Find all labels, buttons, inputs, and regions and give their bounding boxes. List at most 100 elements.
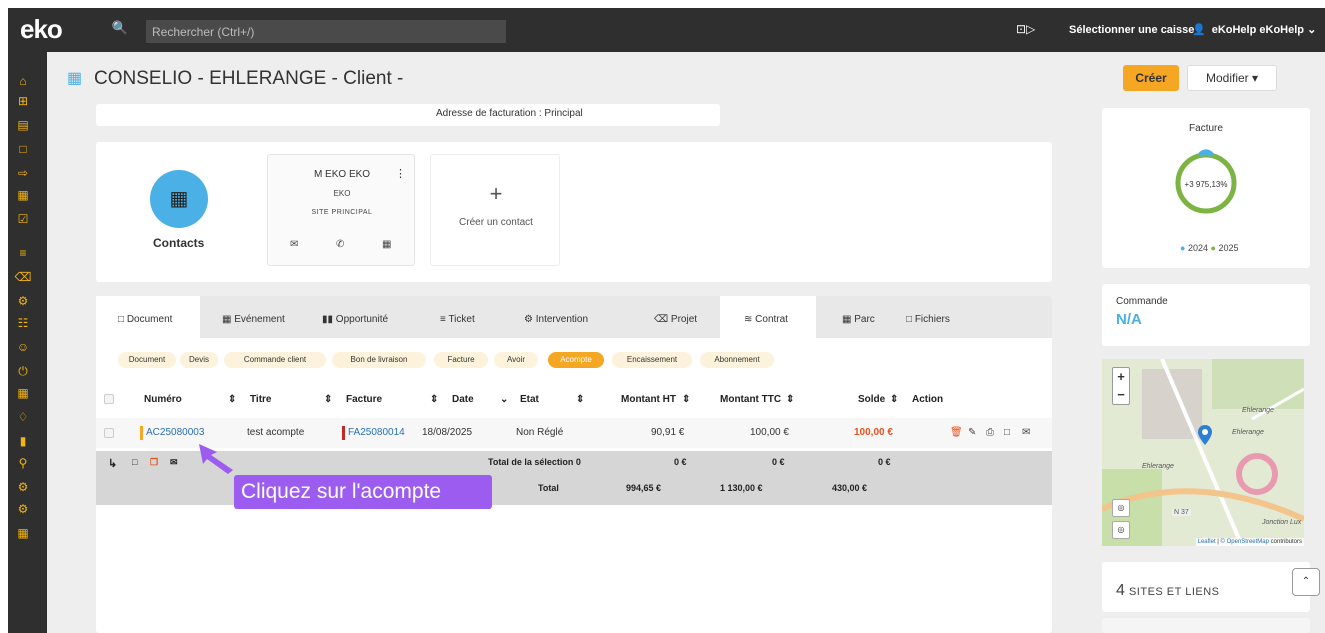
settings-icon[interactable]: ⚙ xyxy=(14,480,32,494)
header-etat[interactable]: Etat xyxy=(520,394,539,405)
chart-icon[interactable]: ▮ xyxy=(14,434,32,448)
header-montant-ht[interactable]: Montant HT xyxy=(621,394,676,405)
header-solde[interactable]: Solde xyxy=(858,394,885,405)
export-icon[interactable]: ⇨ xyxy=(14,166,32,180)
tab-contrat[interactable]: ≋ Contrat xyxy=(720,296,816,338)
zoom-in-button[interactable]: + xyxy=(1117,369,1125,384)
document-icon[interactable]: □ xyxy=(14,142,32,156)
pdf-icon[interactable]: □ xyxy=(1004,427,1010,438)
tab-projet[interactable]: ⌫ Projet xyxy=(654,296,697,338)
user-group-icon[interactable]: ☺ xyxy=(14,340,32,354)
chip-facture[interactable]: Facture xyxy=(434,352,488,368)
sort-icon[interactable]: ⇕ xyxy=(682,394,690,405)
location-map[interactable]: + − Ehlerange Ehlerange Ehlerange N 37 Jo… xyxy=(1102,359,1304,546)
sitemap-icon[interactable]: ☷ xyxy=(14,316,32,330)
zoom-out-button[interactable]: − xyxy=(1117,387,1125,402)
pdf-icon[interactable]: □ xyxy=(132,457,137,467)
leaflet-link[interactable]: Leaflet xyxy=(1198,539,1216,545)
tab-evenement[interactable]: ▦ Evénement xyxy=(222,296,285,338)
gear-icon[interactable]: ⚙ xyxy=(14,502,32,516)
header-facture[interactable]: Facture xyxy=(346,394,382,405)
numero-link[interactable]: AC25080003 xyxy=(146,427,204,438)
grid-icon[interactable]: ▦ xyxy=(14,526,32,540)
chip-devis[interactable]: Devis xyxy=(180,352,218,368)
scroll-top-button[interactable]: ⌃ xyxy=(1292,568,1320,596)
calendar-icon[interactable]: ▦ xyxy=(382,239,391,250)
sort-icon[interactable]: ⇕ xyxy=(324,394,332,405)
folder-icon[interactable]: ⌫ xyxy=(14,270,32,284)
map-marker-icon[interactable] xyxy=(1198,425,1212,445)
tab-parc[interactable]: ▦ Parc xyxy=(842,296,875,338)
delete-icon[interactable]: 🗑 xyxy=(950,427,963,438)
header-titre[interactable]: Titre xyxy=(250,394,272,405)
more-vertical-icon[interactable]: ⋮ xyxy=(395,167,406,180)
create-button[interactable]: Créer xyxy=(1123,65,1179,91)
table-row[interactable]: AC25080003 test acompte FA25080014 18/08… xyxy=(96,418,1052,448)
header-date[interactable]: Date xyxy=(452,394,474,405)
header-numero[interactable]: Numéro xyxy=(144,394,182,405)
etat-cell: Non Réglé xyxy=(516,427,564,438)
sort-icon[interactable]: ⇕ xyxy=(786,394,794,405)
tab-document[interactable]: □ Document xyxy=(96,296,200,338)
search-icon[interactable]: ⚲ xyxy=(14,456,32,470)
tab-bar: □ Document ▦ Evénement ▮▮ Opportunité ≡ … xyxy=(96,296,1052,338)
cash-register-icon[interactable]: ⊡▷ xyxy=(1016,22,1035,36)
user-menu[interactable]: 👤 eKoHelp eKoHelp ⌄ xyxy=(1192,23,1316,36)
search-icon[interactable]: 🔍 xyxy=(108,20,132,42)
copy-icon[interactable]: ❐ xyxy=(150,457,158,468)
locate-icon[interactable]: ◎ xyxy=(1112,499,1130,517)
tab-fichiers[interactable]: □ Fichiers xyxy=(906,296,950,338)
home-icon[interactable]: ⌂ xyxy=(14,74,32,88)
contact-card[interactable]: M EKO EKO ⋮ EKO SITE PRINCIPAL ✉ ✆ ▦ xyxy=(267,154,415,266)
sort-desc-icon[interactable]: ⌄ xyxy=(500,394,508,405)
layers-icon[interactable]: ◎ xyxy=(1112,521,1130,539)
tab-ticket[interactable]: ≡ Ticket xyxy=(440,296,475,338)
create-contact-button[interactable]: + Créer un contact xyxy=(430,154,560,266)
zoom-controls[interactable]: + − xyxy=(1112,367,1130,405)
facture-title: Facture xyxy=(1189,123,1223,134)
row-checkbox[interactable] xyxy=(104,428,114,438)
select-caisse-link[interactable]: Sélectionner une caisse xyxy=(1069,24,1194,36)
tools-icon[interactable]: ⚙ xyxy=(14,294,32,308)
chip-document[interactable]: Document xyxy=(118,352,176,368)
chip-acompte[interactable]: Acompte xyxy=(548,352,604,368)
calendar-icon[interactable]: ▦ xyxy=(14,188,32,202)
chip-avoir[interactable]: Avoir xyxy=(494,352,538,368)
phone-icon[interactable]: ✆ xyxy=(336,239,344,250)
contact-site: SITE PRINCIPAL xyxy=(311,209,373,216)
attribution-text: contributors xyxy=(1268,539,1302,545)
osm-link[interactable]: © OpenStreetMap xyxy=(1221,539,1269,545)
user-name: eKoHelp eKoHelp xyxy=(1211,24,1304,36)
network-icon[interactable]: ♢ xyxy=(14,410,32,424)
email-icon[interactable]: ✉ xyxy=(170,457,178,468)
sort-icon[interactable]: ⇕ xyxy=(890,394,898,405)
search-input[interactable] xyxy=(146,20,506,43)
add-icon[interactable]: ⊞ xyxy=(14,94,32,108)
tasks-icon[interactable]: ≡ xyxy=(14,246,32,260)
email-icon[interactable]: ✉ xyxy=(1022,427,1030,438)
email-icon[interactable]: ✉ xyxy=(290,239,298,250)
chip-commande-client[interactable]: Commande client xyxy=(224,352,326,368)
edit-icon[interactable]: ✎ xyxy=(968,427,976,438)
frame-strip xyxy=(0,0,1325,8)
header-montant-ttc[interactable]: Montant TTC xyxy=(720,394,781,405)
app-logo[interactable]: eko xyxy=(20,14,63,45)
chip-abonnement[interactable]: Abonnement xyxy=(700,352,774,368)
list-icon[interactable]: ▤ xyxy=(14,118,32,132)
sites-widget[interactable]: 4 SITES ET LIENS xyxy=(1102,562,1310,612)
tab-opportunite[interactable]: ▮▮ Opportunité xyxy=(322,296,388,338)
power-icon[interactable]: ⏻ xyxy=(14,364,32,378)
chip-bon-de-livraison[interactable]: Bon de livraison xyxy=(332,352,426,368)
modify-button[interactable]: Modifier ▾ xyxy=(1187,65,1277,91)
check-icon[interactable]: ☑ xyxy=(14,212,32,226)
sort-icon[interactable]: ⇕ xyxy=(576,394,584,405)
tab-intervention[interactable]: ⚙ Intervention xyxy=(524,296,588,338)
facture-link[interactable]: FA25080014 xyxy=(348,427,405,438)
select-all-checkbox[interactable] xyxy=(104,394,114,404)
print-icon[interactable]: ⎙ xyxy=(986,427,994,438)
sort-icon[interactable]: ⇕ xyxy=(430,394,438,405)
calculator-icon[interactable]: ▦ xyxy=(14,386,32,400)
chip-encaissement[interactable]: Encaissement xyxy=(612,352,692,368)
forward-icon[interactable]: ↳ xyxy=(108,457,117,470)
sort-icon[interactable]: ⇕ xyxy=(228,394,236,405)
